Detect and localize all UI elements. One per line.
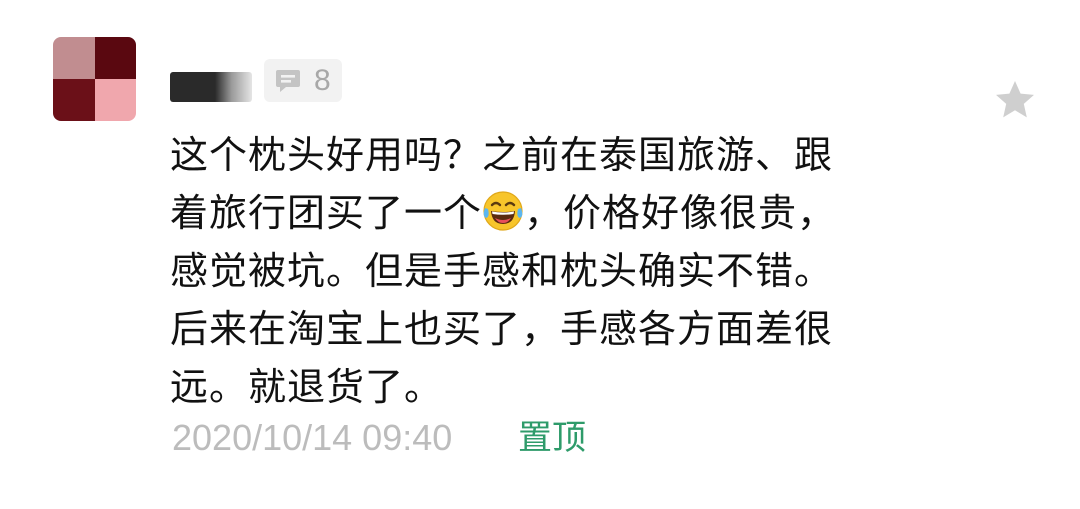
avatar-tile xyxy=(53,37,95,79)
avatar-tile xyxy=(53,79,95,121)
avatar[interactable] xyxy=(53,37,136,121)
reply-count-badge[interactable]: 8 xyxy=(264,59,342,102)
comment-bubble-icon xyxy=(276,69,300,92)
pin-button[interactable]: 置顶 xyxy=(518,416,586,460)
avatar-tile xyxy=(94,37,136,79)
comment-line: ，价格好像很贵， xyxy=(524,191,837,235)
comment-line: 感觉被坑。但是手感和枕头确实不错。 xyxy=(170,249,834,293)
comment-line: 远。就退货了。 xyxy=(170,365,444,409)
star-icon[interactable] xyxy=(993,78,1037,122)
comment-line: 着旅行团买了一个 xyxy=(170,191,483,235)
comment-line-with-emoji: 着旅行团买了一个 ，价格好像很贵， xyxy=(170,184,910,242)
comment-text: 这个枕头好用吗？之前在泰国旅游、跟 着旅行团买了一个 ，价格好像很贵， 感觉被坑… xyxy=(170,126,910,416)
username-redacted[interactable] xyxy=(170,72,252,102)
comment-line: 后来在淘宝上也买了，手感各方面差很 xyxy=(170,307,834,351)
reply-count: 8 xyxy=(314,63,331,97)
comment-line: 这个枕头好用吗？之前在泰国旅游、跟 xyxy=(170,133,834,177)
comment-timestamp: 2020/10/14 09:40 xyxy=(172,417,453,458)
laughing-tears-emoji-icon xyxy=(483,191,523,231)
avatar-tile xyxy=(94,79,136,121)
